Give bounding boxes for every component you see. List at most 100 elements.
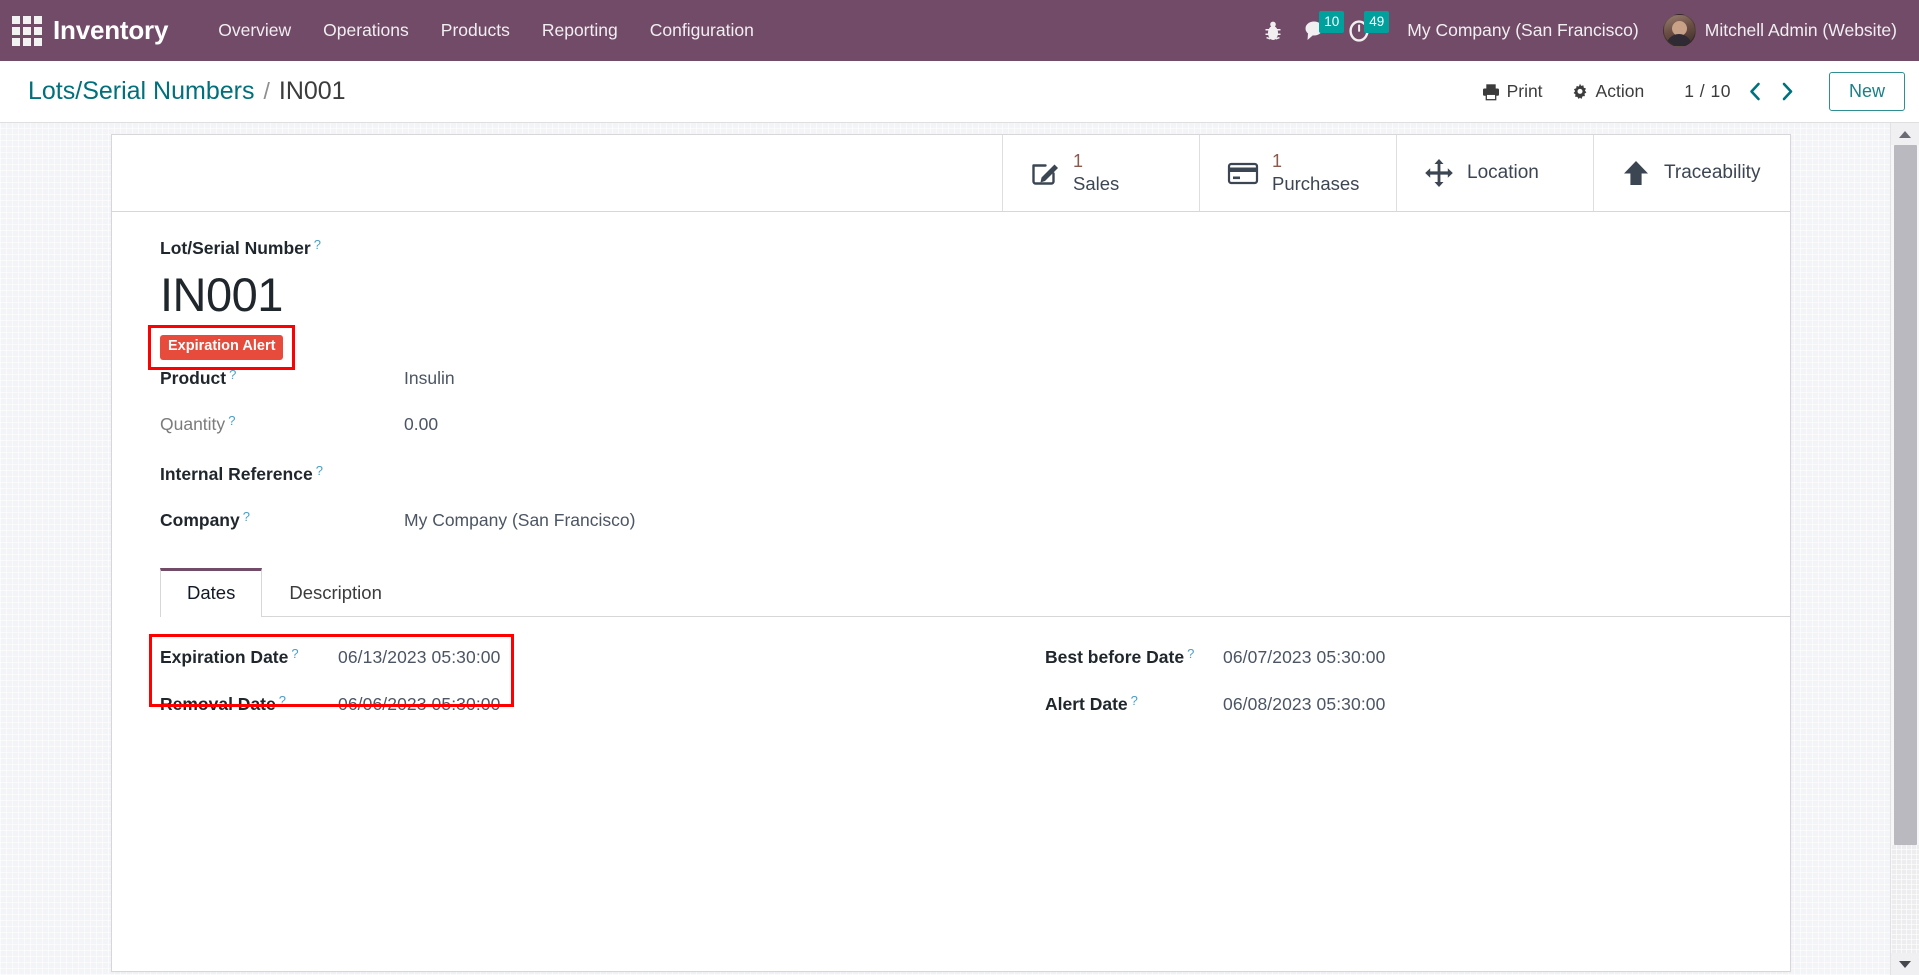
expiration-date-value[interactable]: 06/13/2023 05:30:00 — [338, 647, 500, 668]
debug-manager-button[interactable] — [1253, 14, 1293, 48]
nav-menu-reporting[interactable]: Reporting — [526, 12, 634, 49]
company-label: Company ? — [160, 510, 404, 531]
stat-label-sales: Sales — [1073, 172, 1120, 194]
printer-icon — [1482, 83, 1499, 100]
product-value[interactable]: Insulin — [404, 368, 455, 389]
dates-column-right: Best before Date ? 06/07/2023 05:30:00 A… — [975, 647, 1790, 741]
page-title: IN001 — [278, 77, 346, 105]
tooltip-icon[interactable]: ? — [316, 464, 323, 477]
app-brand-title[interactable]: Inventory — [53, 15, 168, 46]
breadcrumb-separator: / — [263, 78, 270, 104]
company-switcher[interactable]: My Company (San Francisco) — [1393, 12, 1652, 49]
quantity-label: Quantity ? — [160, 414, 404, 435]
stat-text: 1 Sales — [1073, 151, 1119, 194]
removal-date-label-text: Removal Date — [160, 693, 276, 714]
field-row-product: Product ? Insulin — [160, 368, 1790, 389]
expiration-date-highlight: Expiration Date ? 06/13/2023 05:30:00 — [148, 633, 515, 707]
chevron-left-icon — [1750, 82, 1761, 101]
product-label: Product ? — [160, 368, 404, 389]
activity-menu-button[interactable]: 49 — [1338, 10, 1390, 49]
quantity-value: 0.00 — [404, 413, 439, 434]
apps-grid-icon[interactable] — [10, 14, 44, 48]
tooltip-icon[interactable]: ? — [1187, 647, 1194, 660]
field-row-company: Company ? My Company (San Francisco) — [160, 510, 1790, 531]
stat-value-sales: 1 — [1073, 151, 1084, 172]
print-button[interactable]: Print — [1468, 74, 1557, 109]
stat-button-traceability[interactable]: Traceability — [1593, 135, 1790, 211]
company-value[interactable]: My Company (San Francisco) — [404, 510, 635, 531]
dates-column-left: Expiration Date ? 06/13/2023 05:30:00 Re… — [148, 633, 975, 741]
nav-menu-configuration[interactable]: Configuration — [634, 12, 770, 49]
pager-previous-button[interactable] — [1740, 77, 1770, 107]
notebook: Dates Description Expiration Date ? 06/1… — [148, 567, 1790, 741]
control-panel-actions: Print Action 1 / 10 New — [1468, 72, 1905, 111]
action-menu-button[interactable]: Action — [1557, 74, 1659, 109]
badge-row: Expiration Alert — [147, 324, 1790, 370]
best-before-date-value[interactable]: 06/07/2023 05:30:00 — [1223, 647, 1385, 668]
new-button[interactable]: New — [1828, 72, 1905, 111]
stat-text: 1 Purchases — [1272, 151, 1359, 194]
tooltip-icon[interactable]: ? — [279, 694, 286, 707]
chevron-right-icon — [1783, 82, 1793, 101]
control-panel: Lots/Serial Numbers / IN001 Print Action… — [0, 61, 1919, 123]
lot-serial-number-input[interactable]: IN001 — [160, 269, 1790, 321]
stat-label-purchases: Purchases — [1272, 172, 1360, 194]
nav-menu-overview[interactable]: Overview — [202, 12, 307, 49]
field-row-removal-date: Removal Date ? 06/06/2023 05:30:00 — [160, 694, 975, 715]
tooltip-icon[interactable]: ? — [243, 510, 250, 523]
action-label: Action — [1595, 81, 1645, 101]
field-row-expiration-date: Expiration Date ? 06/13/2023 05:30:00 — [160, 647, 500, 668]
alert-date-label-text: Alert Date — [1045, 693, 1128, 714]
internal-reference-label: Internal Reference ? — [160, 464, 404, 485]
scrollbar-thumb[interactable] — [1894, 145, 1917, 845]
pager-value[interactable]: 1 / 10 — [1678, 77, 1737, 106]
alert-date-value[interactable]: 06/08/2023 05:30:00 — [1223, 694, 1385, 715]
messaging-menu-button[interactable]: 10 — [1293, 10, 1345, 49]
arrow-up-icon — [1621, 158, 1651, 188]
stat-text: Traceability — [1664, 162, 1760, 184]
form-sheet: 1 Sales 1 Purchases Location Traceabilit… — [111, 134, 1791, 972]
stat-label-location: Location — [1467, 161, 1539, 183]
tooltip-icon[interactable]: ? — [291, 647, 298, 660]
stat-text: Location — [1467, 162, 1539, 184]
stat-button-location[interactable]: Location — [1396, 135, 1593, 211]
user-menu[interactable]: Mitchell Admin (Website) — [1653, 10, 1903, 51]
gear-icon — [1573, 83, 1586, 99]
top-navbar: Inventory Overview Operations Products R… — [0, 0, 1919, 61]
stat-button-box: 1 Sales 1 Purchases Location Traceabilit… — [112, 135, 1790, 212]
stat-button-purchases[interactable]: 1 Purchases — [1199, 135, 1396, 211]
company-label-text: Company — [160, 509, 240, 530]
scroll-up-button[interactable] — [1891, 123, 1919, 145]
stat-label-traceability: Traceability — [1664, 161, 1761, 183]
best-before-date-label-text: Best before Date — [1045, 646, 1185, 667]
arrows-move-icon — [1424, 158, 1454, 188]
pager-next-button[interactable] — [1773, 77, 1803, 107]
internal-reference-label-text: Internal Reference — [160, 463, 313, 484]
tooltip-icon[interactable]: ? — [228, 414, 235, 427]
credit-card-icon — [1227, 158, 1259, 188]
breadcrumb-root-link[interactable]: Lots/Serial Numbers — [28, 77, 254, 106]
tab-description[interactable]: Description — [262, 568, 409, 617]
tab-list: Dates Description — [160, 567, 1790, 617]
activity-counter: 49 — [1364, 10, 1390, 33]
tab-dates[interactable]: Dates — [160, 567, 263, 617]
field-row-quantity: Quantity ? 0.00 — [160, 414, 1790, 435]
scroll-down-button[interactable] — [1891, 953, 1919, 975]
nav-menu-operations[interactable]: Operations — [307, 12, 425, 49]
expiration-alert-highlight: Expiration Alert — [147, 324, 296, 370]
nav-menu-products[interactable]: Products — [425, 12, 526, 49]
lot-serial-number-label: Lot/Serial Number ? — [160, 238, 1790, 259]
breadcrumb: Lots/Serial Numbers / IN001 — [28, 77, 346, 106]
status-badge[interactable]: Expiration Alert — [160, 334, 284, 360]
vertical-scrollbar[interactable] — [1890, 123, 1919, 975]
tooltip-icon[interactable]: ? — [1131, 694, 1138, 707]
tooltip-icon[interactable]: ? — [314, 238, 321, 251]
lot-serial-number-label-text: Lot/Serial Number — [160, 238, 311, 258]
stat-button-sales[interactable]: 1 Sales — [1002, 135, 1199, 211]
tab-panel-dates: Expiration Date ? 06/13/2023 05:30:00 Re… — [148, 617, 1790, 741]
removal-date-label: Removal Date ? — [160, 694, 338, 715]
alert-date-label: Alert Date ? — [1045, 694, 1223, 715]
tooltip-icon[interactable]: ? — [229, 368, 236, 381]
removal-date-value[interactable]: 06/06/2023 05:30:00 — [338, 694, 500, 715]
print-label: Print — [1506, 81, 1543, 101]
